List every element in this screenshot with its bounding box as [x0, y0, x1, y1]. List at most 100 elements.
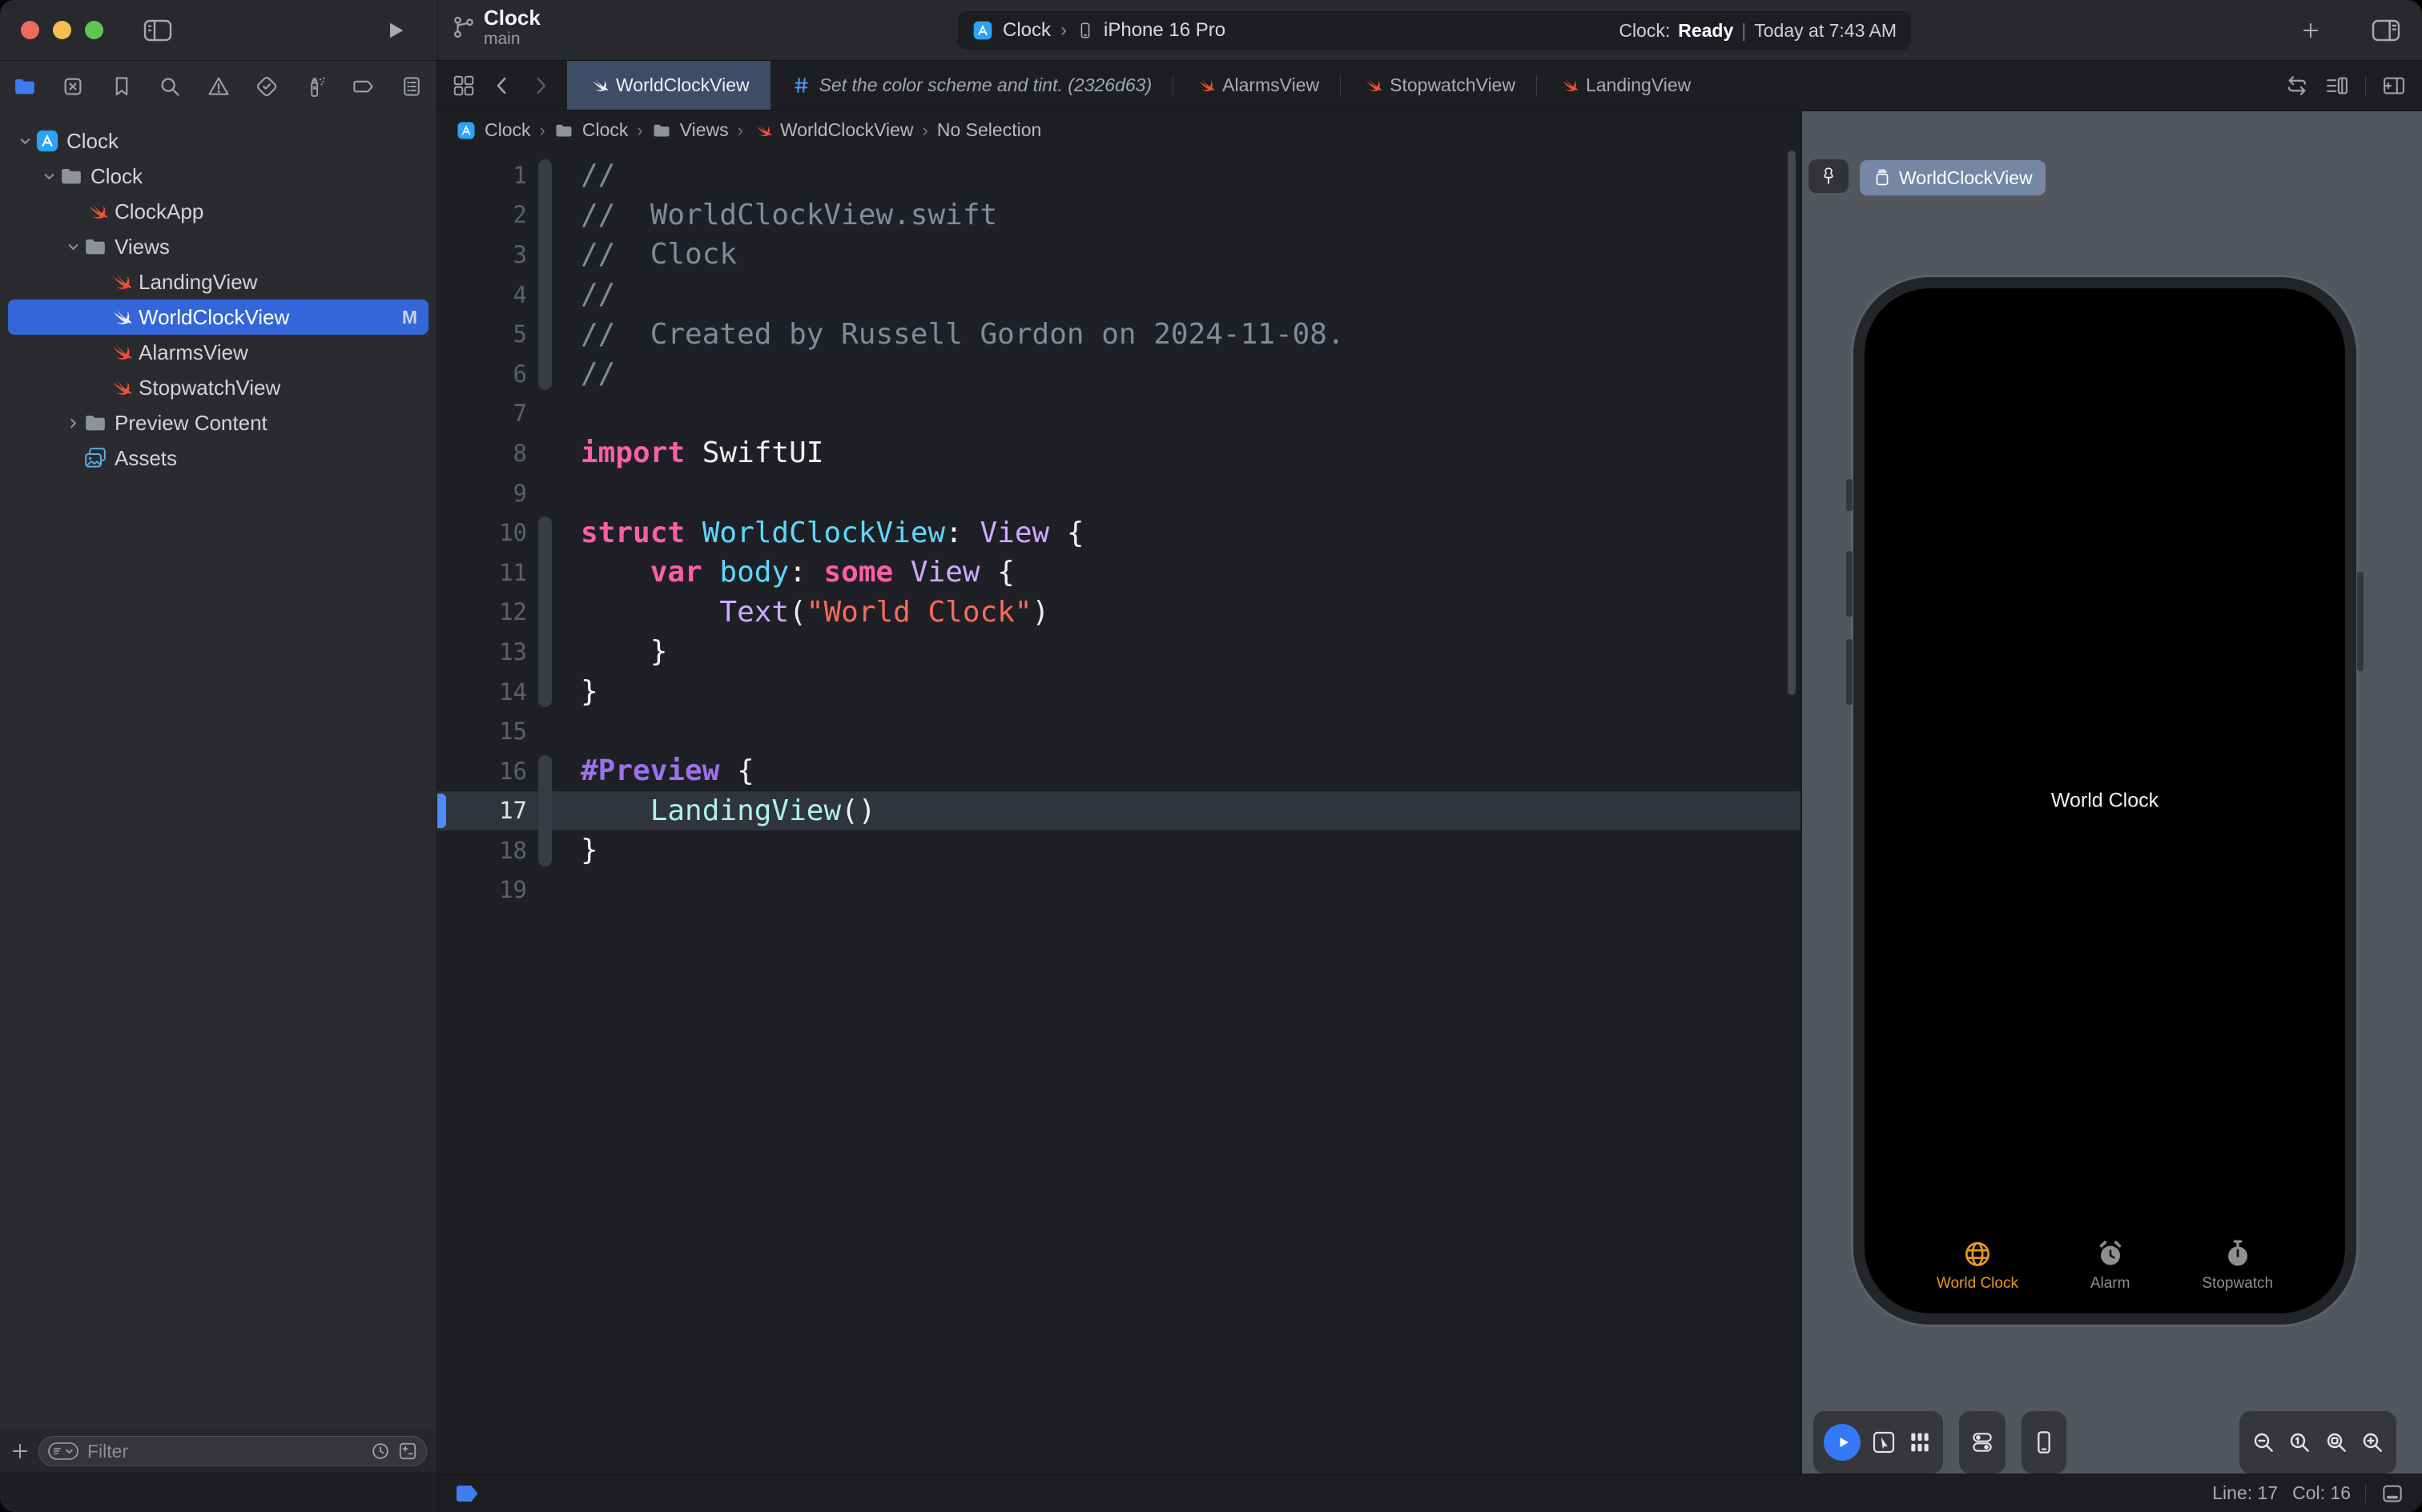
folder-icon	[59, 164, 83, 188]
reports-navigator-icon[interactable]	[400, 74, 424, 99]
recent-files-icon[interactable]	[370, 1441, 391, 1462]
code-line-13[interactable]: 13 }	[437, 632, 1800, 672]
breadcrumb-item[interactable]: Clock	[485, 119, 531, 141]
editor-tab-5[interactable]: LandingView	[1537, 61, 1712, 110]
branch-icon	[452, 12, 476, 42]
preview-tab-world-clock[interactable]: World Clock	[1937, 1238, 2018, 1293]
change-ribbon[interactable]	[538, 159, 552, 390]
tree-item-preview-content[interactable]: Preview Content	[8, 405, 428, 440]
source-control-navigator-icon[interactable]	[61, 74, 85, 99]
tree-item-clock[interactable]: Clock	[8, 123, 428, 159]
chevron-down-icon[interactable]	[14, 134, 35, 149]
code-line-18[interactable]: 18}	[437, 830, 1800, 871]
source-control-status-icon[interactable]	[397, 1441, 418, 1462]
toggle-inspector-icon[interactable]	[2369, 18, 2403, 43]
bookmarks-navigator-icon[interactable]	[110, 74, 134, 99]
editor-options-icon[interactable]	[2325, 74, 2349, 98]
related-items-icon[interactable]	[452, 74, 476, 98]
code-line-6[interactable]: 6//	[437, 354, 1800, 394]
code-line-7[interactable]: 7	[437, 394, 1800, 434]
minimize-window-button[interactable]	[53, 21, 71, 39]
breadcrumb-item[interactable]: No Selection	[937, 119, 1041, 141]
zoom-in-icon[interactable]	[2360, 1430, 2385, 1455]
zoom-to-fit-icon[interactable]	[2323, 1430, 2349, 1455]
run-button[interactable]	[384, 19, 407, 42]
change-ribbon[interactable]	[538, 517, 552, 707]
variants-mode-icon[interactable]	[1907, 1430, 1933, 1455]
code-line-11[interactable]: 11 var body: some View {	[437, 553, 1800, 593]
debug-navigator-icon[interactable]	[303, 74, 327, 99]
activity-status-bar[interactable]: Clock › iPhone 16 Pro Clock: Ready | Tod…	[958, 11, 1911, 50]
zoom-actual-size-icon[interactable]	[2287, 1430, 2312, 1455]
preview-tab-stopwatch[interactable]: Stopwatch	[2202, 1238, 2273, 1293]
breakpoints-navigator-icon[interactable]	[352, 74, 376, 99]
preview-target-chip[interactable]: WorldClockView	[1860, 160, 2046, 195]
code-line-4[interactable]: 4//	[437, 275, 1800, 315]
preview-tab-alarm[interactable]: Alarm	[2090, 1238, 2130, 1293]
add-file-icon[interactable]	[10, 1441, 30, 1462]
editor-tab-1[interactable]: WorldClockView	[567, 61, 770, 110]
find-navigator-icon[interactable]	[158, 74, 182, 99]
go-back-icon[interactable]	[490, 74, 514, 98]
chevron-right-icon[interactable]	[62, 416, 83, 431]
swap-editor-icon[interactable]	[2285, 74, 2309, 98]
go-forward-icon[interactable]	[529, 74, 553, 98]
breakpoint-indicator-icon[interactable]	[456, 1485, 480, 1502]
tree-item-alarmsview[interactable]: AlarmsView	[8, 335, 428, 370]
filter-field[interactable]	[38, 1436, 427, 1466]
code-line-5[interactable]: 5// Created by Russell Gordon on 2024-11…	[437, 314, 1800, 354]
tree-item-clockapp[interactable]: ClockApp	[8, 194, 428, 229]
device-display-icon[interactable]	[2380, 1482, 2404, 1506]
code-line-12[interactable]: 12 Text("World Clock")	[437, 593, 1800, 633]
filter-input[interactable]	[86, 1440, 364, 1463]
code-line-3[interactable]: 3// Clock	[437, 235, 1800, 275]
code-line-15[interactable]: 15	[437, 711, 1800, 751]
code-line-16[interactable]: 16#Preview {	[437, 751, 1800, 791]
editor-tab-3[interactable]: AlarmsView	[1173, 61, 1340, 110]
device-settings-icon	[1969, 1430, 1995, 1455]
device-settings-button[interactable]	[1959, 1411, 2006, 1474]
editor-tab-4[interactable]: StopwatchView	[1341, 61, 1536, 110]
pin-preview-button[interactable]	[1808, 159, 1849, 193]
live-preview-button[interactable]	[1824, 1424, 1861, 1461]
chevron-down-icon[interactable]	[38, 169, 59, 184]
filter-icon[interactable]	[47, 1441, 79, 1462]
run-destination[interactable]: iPhone 16 Pro	[1104, 19, 1225, 42]
tests-navigator-icon[interactable]	[255, 74, 279, 99]
change-ribbon[interactable]	[538, 755, 552, 867]
editor-tab-2[interactable]: Set the color scheme and tint. (2326d63)	[770, 61, 1173, 110]
zoom-out-icon[interactable]	[2251, 1430, 2276, 1455]
chevron-down-icon[interactable]	[62, 239, 83, 255]
selectable-mode-icon[interactable]	[1871, 1430, 1897, 1455]
code-line-17[interactable]: 17 LandingView()	[437, 791, 1800, 831]
code-line-1[interactable]: 1//	[437, 155, 1800, 195]
library-add-icon[interactable]	[2300, 20, 2321, 41]
scheme-selector[interactable]: Clock › iPhone 16 Pro	[972, 19, 1225, 42]
zoom-window-button[interactable]	[85, 21, 103, 39]
code-line-10[interactable]: 10struct WorldClockView: View {	[437, 513, 1800, 553]
code-line-19[interactable]: 19	[437, 871, 1800, 911]
editor-scrollbar[interactable]	[1788, 151, 1796, 695]
tree-item-clock[interactable]: Clock	[8, 159, 428, 194]
source-editor[interactable]: 1//2// WorldClockView.swift3// Clock4//5…	[437, 149, 1800, 1474]
breadcrumb-item[interactable]: Views	[680, 119, 729, 141]
scheme-name[interactable]: Clock	[1003, 19, 1051, 42]
code-line-8[interactable]: 8import SwiftUI	[437, 433, 1800, 473]
tree-item-landingview[interactable]: LandingView	[8, 264, 428, 300]
code-line-2[interactable]: 2// WorldClockView.swift	[437, 195, 1800, 235]
code-line-14[interactable]: 14}	[437, 672, 1800, 712]
close-window-button[interactable]	[21, 21, 39, 39]
code-line-9[interactable]: 9	[437, 473, 1800, 513]
toggle-navigator-icon[interactable]	[141, 18, 175, 43]
add-editor-icon[interactable]	[2382, 74, 2406, 98]
preview-screen[interactable]: World Clock World ClockAlarmStopwatch	[1865, 288, 2345, 1313]
breadcrumb-item[interactable]: WorldClockView	[780, 119, 914, 141]
tree-item-views[interactable]: Views	[8, 229, 428, 264]
tree-item-assets[interactable]: Assets	[8, 440, 428, 476]
tree-item-stopwatchview[interactable]: StopwatchView	[8, 370, 428, 405]
project-navigator-icon[interactable]	[13, 74, 37, 99]
tree-item-worldclockview[interactable]: WorldClockViewM	[8, 300, 428, 335]
issues-navigator-icon[interactable]	[207, 74, 231, 99]
breadcrumb-item[interactable]: Clock	[582, 119, 629, 141]
preview-device-button[interactable]	[2022, 1411, 2066, 1474]
